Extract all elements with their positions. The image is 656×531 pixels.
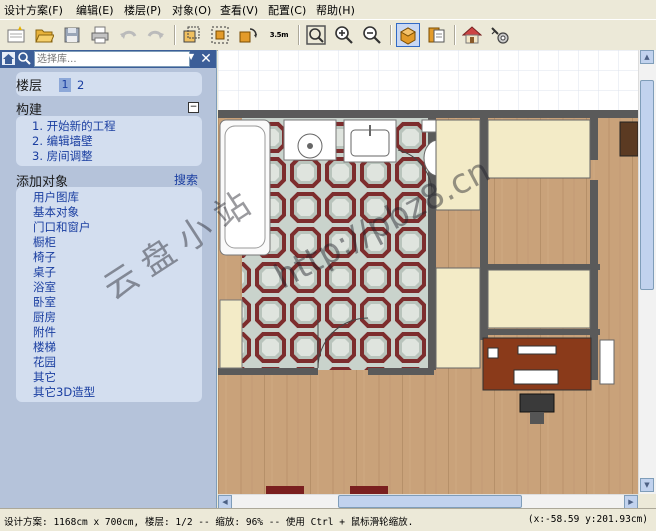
open-icon[interactable] — [32, 23, 56, 47]
build-item-new-project[interactable]: 1. 开始新的工程 — [32, 118, 116, 134]
status-bar: 设计方案: 1168cm x 700cm, 楼层: 1/2 -- 缩放: 96%… — [0, 508, 656, 531]
toolbar: 3.5m — [0, 19, 656, 51]
menu-config[interactable]: 配置(C) — [268, 2, 306, 18]
toolbar-separator — [390, 25, 392, 45]
scroll-right-icon[interactable]: ▶ — [624, 495, 638, 509]
vertical-scroll-thumb[interactable] — [640, 80, 654, 290]
collapse-icon[interactable]: − — [188, 102, 199, 113]
scrollbar-corner — [638, 494, 655, 508]
zoom-in-icon[interactable] — [332, 23, 356, 47]
object-category-user-library[interactable]: 用户图库 — [33, 189, 79, 205]
undo-icon[interactable] — [116, 23, 140, 47]
measure-label: 3.5m — [269, 31, 289, 39]
redo-icon[interactable] — [144, 23, 168, 47]
add-objects-search-link[interactable]: 搜索 — [174, 171, 198, 188]
rotate-icon[interactable] — [236, 23, 260, 47]
settings-icon[interactable] — [488, 23, 512, 47]
scroll-left-icon[interactable]: ◀ — [218, 495, 232, 509]
toolbar-separator — [298, 25, 300, 45]
object-category-bathroom[interactable]: 浴室 — [33, 279, 56, 295]
library-search-input[interactable] — [34, 51, 190, 67]
house-icon[interactable] — [460, 23, 484, 47]
view-3d-icon[interactable] — [396, 23, 420, 47]
floors-title: 楼层 — [16, 79, 43, 94]
print-icon[interactable] — [88, 23, 112, 47]
toolbar-separator — [454, 25, 456, 45]
menu-floor[interactable]: 楼层(P) — [124, 2, 161, 18]
object-category-kitchen[interactable]: 厨房 — [33, 309, 56, 325]
build-item-edit-walls[interactable]: 2. 编辑墙壁 — [32, 133, 93, 149]
floors-section — [16, 72, 202, 96]
scroll-up-icon[interactable]: ▲ — [640, 50, 654, 64]
menu-object[interactable]: 对象(O) — [172, 2, 211, 18]
menu-bar: 设计方案(F) 编辑(E) 楼层(P) 对象(O) 查看(V) 配置(C) 帮助… — [0, 0, 656, 18]
zoom-out-icon[interactable] — [360, 23, 384, 47]
home-icon[interactable] — [2, 52, 15, 65]
horizontal-scroll-thumb[interactable] — [338, 495, 522, 508]
menu-view[interactable]: 查看(V) — [220, 2, 258, 18]
object-category-tables[interactable]: 桌子 — [33, 264, 56, 280]
floor-item-2[interactable]: 2 — [77, 78, 84, 92]
new-icon[interactable] — [4, 23, 28, 47]
floor-plan-canvas[interactable] — [218, 50, 638, 494]
toolbar-separator — [174, 25, 176, 45]
horizontal-scrollbar[interactable]: ◀ ▶ — [218, 494, 638, 509]
menu-edit[interactable]: 编辑(E) — [76, 2, 114, 18]
object-category-garden[interactable]: 花园 — [33, 354, 56, 370]
floor-item-1[interactable]: 1 — [59, 78, 71, 92]
floor-plan-drawing — [218, 50, 638, 494]
object-category-other-3d[interactable]: 其它3D造型 — [33, 384, 95, 400]
zoom-fit-icon[interactable] — [304, 23, 328, 47]
object-category-bedroom[interactable]: 卧室 — [33, 294, 56, 310]
status-text: 设计方案: 1168cm x 700cm, 楼层: 1/2 -- 缩放: 96%… — [4, 517, 414, 528]
object-category-doors-windows[interactable]: 门口和窗户 — [33, 219, 91, 235]
object-category-accessories[interactable]: 附件 — [33, 324, 56, 340]
cursor-coordinates: (x:-58.59 y:201.93cm) — [527, 514, 648, 525]
close-icon[interactable]: ✕ — [198, 50, 214, 68]
build-item-rooms[interactable]: 3. 房间调整 — [32, 148, 93, 164]
measure-icon[interactable]: 3.5m — [266, 23, 292, 47]
menu-file[interactable]: 设计方案(F) — [4, 2, 63, 18]
object-category-stairs[interactable]: 楼梯 — [33, 339, 56, 355]
object-category-chairs[interactable]: 椅子 — [33, 249, 56, 265]
library-panel: ▼ ✕ 楼层 1 2 构建 − 1. 开始新的工程 2. 编辑墙壁 3. 房间调… — [0, 50, 217, 508]
object-category-cabinets[interactable]: 橱柜 — [33, 234, 56, 250]
object-category-basic[interactable]: 基本对象 — [33, 204, 79, 220]
select-icon[interactable] — [208, 23, 232, 47]
view-2d-icon[interactable] — [424, 23, 448, 47]
scroll-down-icon[interactable]: ▼ — [640, 478, 654, 492]
add-level-icon[interactable] — [180, 23, 204, 47]
menu-help[interactable]: 帮助(H) — [316, 2, 355, 18]
vertical-scrollbar[interactable]: ▲ ▼ — [638, 50, 656, 494]
library-search-bar: ▼ ✕ — [0, 50, 216, 68]
object-category-other[interactable]: 其它 — [33, 369, 56, 385]
search-icon[interactable] — [17, 51, 31, 65]
save-icon[interactable] — [60, 23, 84, 47]
chevron-down-icon[interactable]: ▼ — [188, 52, 196, 64]
